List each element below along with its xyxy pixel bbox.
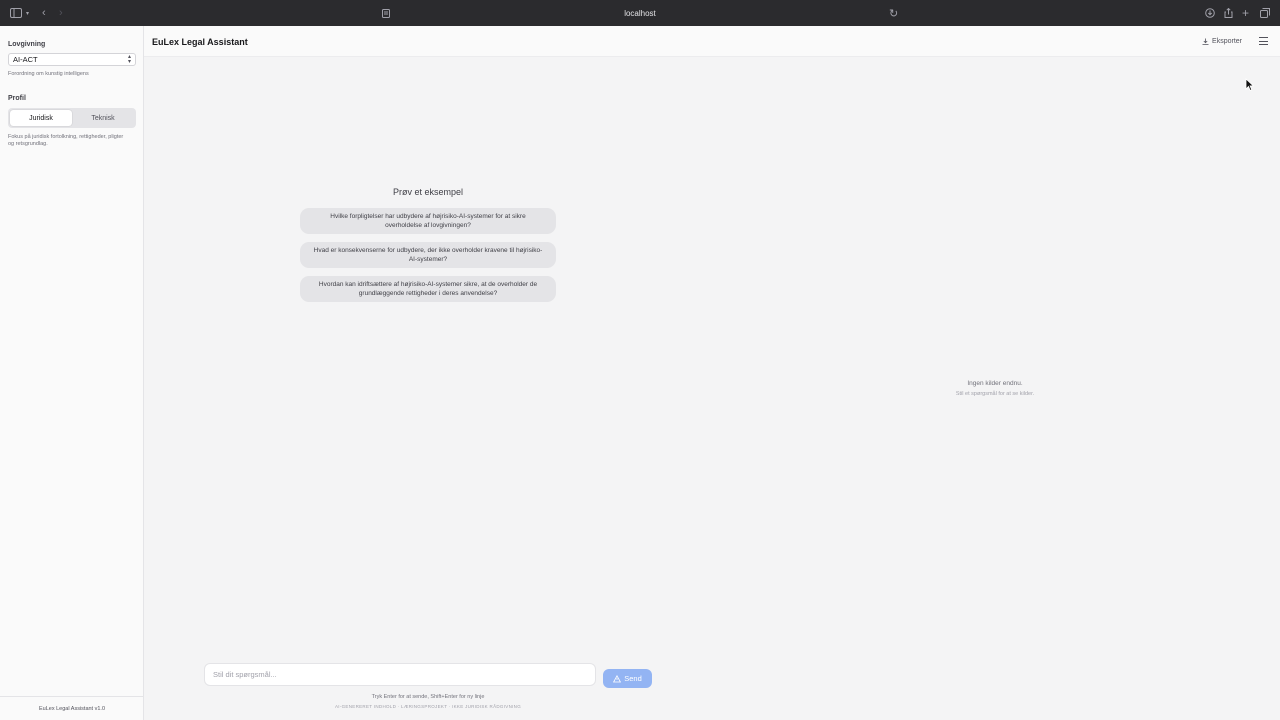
profile-option-juridisk[interactable]: Juridisk <box>10 110 72 126</box>
legislation-select[interactable]: AI-ACT ▴ ▾ <box>8 53 136 66</box>
mouse-cursor-icon <box>1245 78 1254 92</box>
app-header: EuLex Legal Assistant Eksporter <box>144 26 1280 57</box>
profile-hint: Fokus på juridisk fortolkning, rettighed… <box>8 134 124 147</box>
example-question-2[interactable]: Hvad er konsekvenserne for udbydere, der… <box>300 242 556 268</box>
examples-title: Prøv et eksempel <box>392 187 464 197</box>
profile-option-teknisk[interactable]: Teknisk <box>72 110 134 126</box>
sidebar-toggle-icon[interactable] <box>10 6 22 20</box>
sidebar: Lovgivning AI-ACT ▴ ▾ Forordning om kunst… <box>0 26 144 720</box>
example-question-3[interactable]: Hvordan kan idriftsættere af højrisiko-A… <box>300 276 556 302</box>
sidebar-footer: EuLex Legal Assistant v1.0 <box>0 696 144 720</box>
browser-toolbar: ▾ ‹ › localhost ↻ + <box>0 0 1280 26</box>
composer-hint: Tryk Enter for at sende, Shift+Enter for… <box>371 694 485 700</box>
url-field[interactable]: localhost <box>624 9 656 18</box>
chevron-down-icon[interactable]: ▾ <box>26 6 29 20</box>
forward-icon[interactable]: › <box>59 6 63 20</box>
reader-icon[interactable] <box>382 6 390 20</box>
sources-empty-hint: Stil et spørgsmål for at se kilder. <box>955 391 1035 397</box>
back-icon[interactable]: ‹ <box>42 6 46 20</box>
new-tab-icon[interactable]: + <box>1242 6 1249 20</box>
share-icon[interactable] <box>1224 6 1233 20</box>
example-question-1[interactable]: Hvilke forpligtelser har udbydere af høj… <box>300 208 556 234</box>
send-button[interactable]: Send <box>603 669 652 688</box>
menu-icon[interactable] <box>1259 37 1268 45</box>
profile-label: Profil <box>8 95 26 102</box>
question-input[interactable] <box>204 663 596 686</box>
export-label: Eksporter <box>1212 38 1242 45</box>
page-title: EuLex Legal Assistant <box>152 37 248 47</box>
tabs-overview-icon[interactable] <box>1260 6 1270 20</box>
app-version: EuLex Legal Assistant v1.0 <box>38 705 106 712</box>
disclaimer: AI-GENERERET INDHOLD · LÆRINGSPROJEKT · … <box>334 704 522 709</box>
legislation-hint: Forordning om kunstig intelligens <box>8 71 89 77</box>
sources-empty-title: Ingen kilder endnu. <box>967 380 1023 387</box>
select-chevron-icon: ▴ ▾ <box>127 54 131 65</box>
send-label: Send <box>624 674 642 683</box>
legislation-label: Lovgivning <box>8 41 46 48</box>
warning-icon <box>613 674 622 682</box>
legislation-select-value: AI-ACT <box>13 55 38 64</box>
download-icon[interactable] <box>1205 6 1215 20</box>
profile-segmented-control: Juridisk Teknisk <box>8 108 136 128</box>
export-button[interactable]: Eksporter <box>1202 38 1242 45</box>
reload-icon[interactable]: ↻ <box>889 6 898 20</box>
download-icon <box>1202 38 1209 45</box>
